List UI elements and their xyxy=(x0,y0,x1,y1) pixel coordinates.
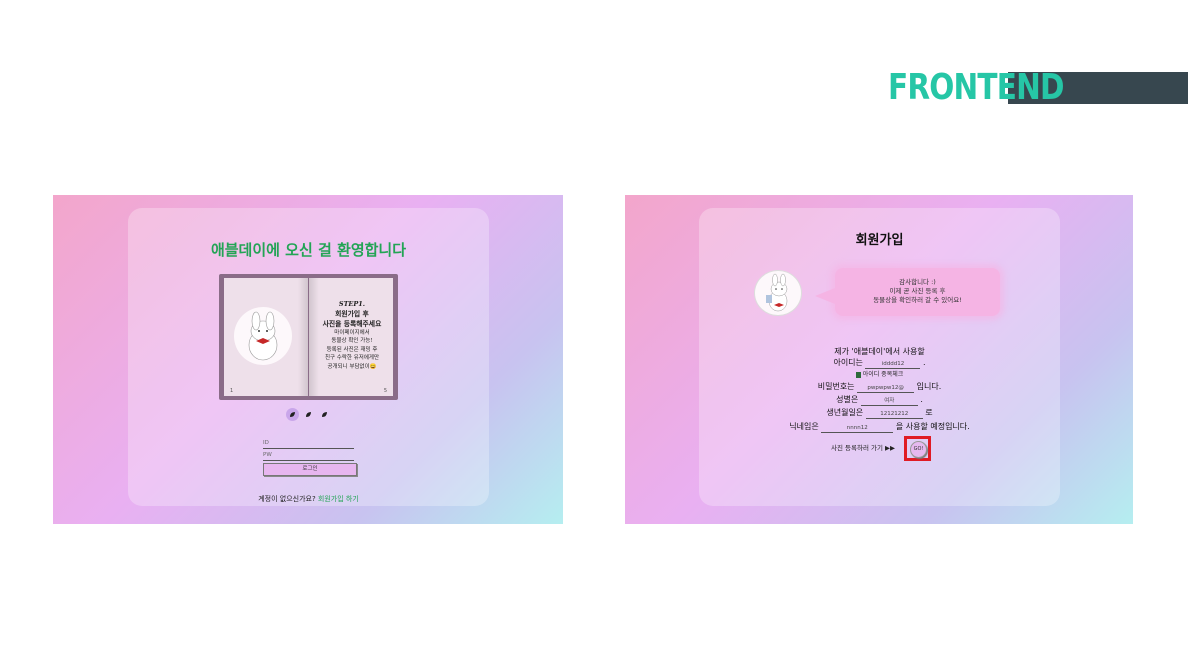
pw-prefix: 비밀번호는 xyxy=(817,382,855,391)
checkbox-icon xyxy=(855,371,861,378)
gender-prefix: 성별은 xyxy=(836,395,859,404)
step-heading-line1: 회원가입 후 xyxy=(335,309,369,318)
speech-bubble: 감사합니다 :) 이제 곧 사진 등록 후 동물상을 확인하러 갈 수 있어요! xyxy=(815,268,1000,316)
nick-suffix: 을 사용할 예정입니다. xyxy=(895,422,970,431)
step-label: STEP1. xyxy=(338,300,366,308)
step-heading-line2: 사진을 등록해주세요 xyxy=(322,319,382,328)
step-line: 마이페이지에서 xyxy=(334,329,370,336)
birth-suffix: 로 xyxy=(925,408,933,417)
birth-row: 생년월일은 12121212 로 xyxy=(699,407,1060,419)
id-row: 아이디는 idddd12 . xyxy=(699,357,1060,369)
bubble-line: 이제 곧 사진 등록 후 xyxy=(889,287,946,295)
nick-prefix: 닉네임은 xyxy=(789,422,819,431)
dup-check-label: 아이디 중복체크 xyxy=(862,371,904,378)
go-highlight-box: GO! xyxy=(904,436,931,461)
carousel-dot-3[interactable] xyxy=(318,408,331,421)
carousel-dot-2[interactable] xyxy=(302,408,315,421)
page-number-right: 5 xyxy=(383,388,387,394)
login-screenshot: 애블데이에 오신 걸 환영합니다 1 STEP1. 회원가입 후 사진을 등록해… xyxy=(53,195,563,524)
page-number-left: 1 xyxy=(230,388,234,394)
login-card: 애블데이에 오신 걸 환영합니다 1 STEP1. 회원가입 후 사진을 등록해… xyxy=(128,208,489,506)
leaf-icon xyxy=(322,412,327,417)
leaf-icon xyxy=(306,412,311,417)
pw-input[interactable]: PW xyxy=(263,450,354,461)
nick-row: 닉네임은 nnnn12 을 사용할 예정입니다. xyxy=(699,421,1060,433)
pw-field[interactable]: pwpwpw12@ xyxy=(857,384,915,393)
page-title: FRONTEND xyxy=(888,67,1064,108)
birth-prefix: 생년월일은 xyxy=(826,408,864,417)
step-description: STEP1. 회원가입 후 사진을 등록해주세요 마이페이지에서 동물상 확인 … xyxy=(315,300,389,371)
signup-link[interactable]: 회원가입 하기 xyxy=(318,495,359,503)
nick-field[interactable]: nnnn12 xyxy=(821,424,894,433)
carousel-dot-1[interactable] xyxy=(286,408,299,421)
id-dup-check-button[interactable]: 아이디 중복체크 xyxy=(855,369,904,378)
pw-suffix: 입니다. xyxy=(916,382,942,391)
bunny-avatar xyxy=(754,270,802,316)
signup-screenshot: 회원가입 감사합니다 :) 이제 곧 사진 등록 후 동물상을 확인하러 갈 수… xyxy=(625,195,1133,524)
welcome-heading: 애블데이에 오신 걸 환영합니다 xyxy=(210,241,407,259)
period: . xyxy=(923,358,926,367)
bubble-line: 동물상을 확인하러 갈 수 있어요! xyxy=(873,296,962,304)
birth-field[interactable]: 12121212 xyxy=(865,410,923,419)
step-line: 등록된 사진은 재밍 후 xyxy=(326,346,378,353)
carousel-dots xyxy=(286,408,336,422)
dup-check-row: 아이디 중복체크 xyxy=(699,369,1060,378)
id-field[interactable]: idddd12 xyxy=(865,360,921,369)
gender-field[interactable]: 여자 xyxy=(860,397,918,406)
signup-prompt-line: 계정이 없으신가요? 회원가입 하기 xyxy=(128,494,489,504)
book-left-page: 1 xyxy=(224,278,308,396)
go-label: 사진 등록하러 가기 ▶▶ xyxy=(831,444,896,452)
bunny-illustration xyxy=(234,307,292,365)
book-right-page: STEP1. 회원가입 후 사진을 등록해주세요 마이페이지에서 동물상 확인 … xyxy=(309,278,393,396)
gender-row: 성별은 여자 . xyxy=(699,394,1060,406)
period: . xyxy=(920,395,923,404)
step-line: 동물상 확인 가능! xyxy=(331,338,373,344)
go-button[interactable]: GO! xyxy=(910,441,927,458)
signup-title: 회원가입 xyxy=(855,233,904,248)
intro-text: 제가 '애블데이'에서 사용할 xyxy=(834,347,925,356)
step-line: 친구 수락한 유저에게만 xyxy=(324,355,380,361)
bubble-line: 감사합니다 :) xyxy=(899,278,936,286)
guide-book: 1 STEP1. 회원가입 후 사진을 등록해주세요 마이페이지에서 동물상 확… xyxy=(219,274,398,400)
id-prefix: 아이디는 xyxy=(833,358,863,367)
leaf-icon xyxy=(290,412,295,417)
pw-row: 비밀번호는 pwpwpw12@ 입니다. xyxy=(699,381,1060,393)
signup-card: 회원가입 감사합니다 :) 이제 곧 사진 등록 후 동물상을 확인하러 갈 수… xyxy=(699,208,1060,506)
login-button[interactable]: 로그인 xyxy=(263,463,357,476)
id-input[interactable]: ID xyxy=(263,438,354,449)
step-line: 공개되니 부담없이😄 xyxy=(327,363,377,370)
signup-prompt: 계정이 없으신가요? xyxy=(258,495,316,503)
